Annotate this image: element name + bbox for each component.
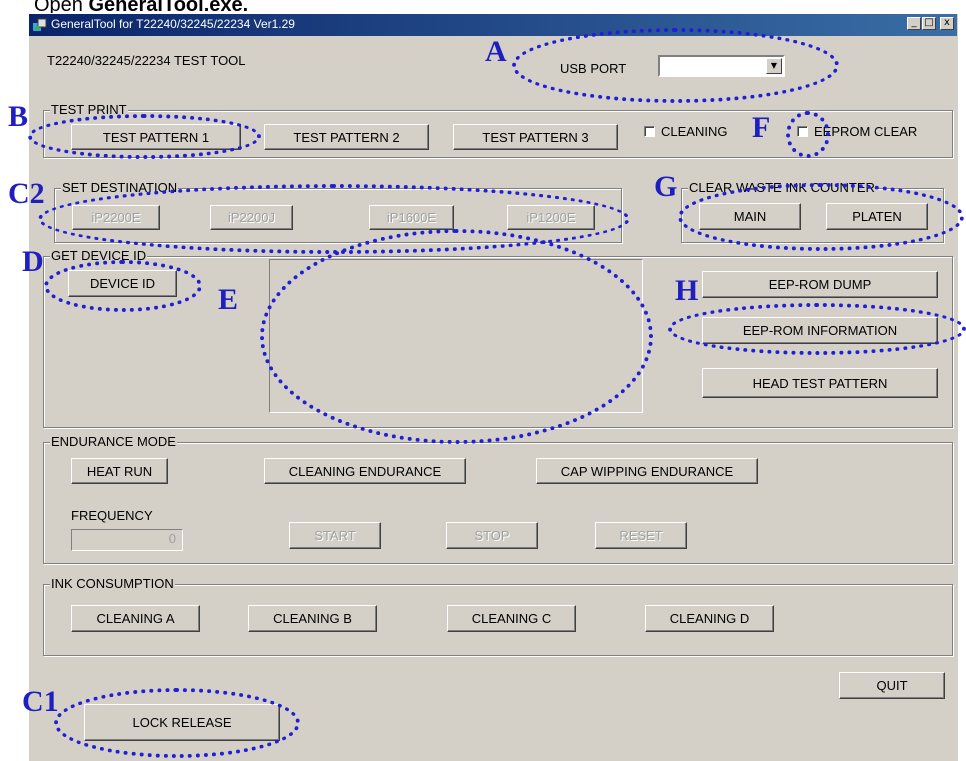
app-icon bbox=[33, 18, 47, 31]
dest-ip1600e-button[interactable]: iP1600E bbox=[369, 205, 454, 230]
cleaning-c-button[interactable]: CLEANING C bbox=[447, 605, 576, 632]
eeprom-clear-label: EEPROM CLEAR bbox=[814, 124, 918, 139]
set-destination-title: SET DESTINATION bbox=[61, 180, 179, 195]
endurance-mode-title: ENDURANCE MODE bbox=[50, 434, 177, 449]
annotation-h: H bbox=[675, 274, 699, 307]
title-bar: GeneralTool for T22240/32245/22234 Ver1.… bbox=[29, 14, 957, 36]
usb-port-label: USB PORT bbox=[560, 61, 627, 76]
cleaning-label: CLEANING bbox=[661, 124, 728, 139]
eeprom-clear-checkbox[interactable]: EEPROM CLEAR bbox=[797, 124, 917, 139]
checkbox-box[interactable] bbox=[644, 126, 655, 137]
cleaning-d-button[interactable]: CLEANING D bbox=[645, 605, 774, 632]
minimize-button[interactable]: _ bbox=[907, 17, 921, 30]
chevron-down-icon[interactable]: ▼ bbox=[766, 58, 782, 74]
test-pattern-2-button[interactable]: TEST PATTERN 2 bbox=[264, 124, 429, 150]
annotation-a: A bbox=[485, 35, 507, 68]
reset-button[interactable]: RESET bbox=[595, 522, 687, 549]
annotation-f: F bbox=[752, 111, 771, 144]
window-title: GeneralTool for T22240/32245/22234 Ver1.… bbox=[51, 17, 295, 31]
start-button[interactable]: START bbox=[289, 522, 381, 549]
frequency-field[interactable]: 0 bbox=[71, 529, 183, 551]
close-button[interactable]: x bbox=[940, 17, 954, 30]
device-id-button[interactable]: DEVICE ID bbox=[68, 270, 177, 297]
eeprom-information-button[interactable]: EEP-ROM INFORMATION bbox=[702, 317, 938, 344]
cap-wipping-endurance-button[interactable]: CAP WIPPING ENDURANCE bbox=[536, 458, 758, 484]
cleaning-b-button[interactable]: CLEANING B bbox=[248, 605, 377, 632]
device-id-output bbox=[269, 259, 643, 413]
annotation-c2: C2 bbox=[8, 177, 45, 210]
cleaning-a-button[interactable]: CLEANING A bbox=[71, 605, 200, 632]
test-print-title: TEST PRINT bbox=[50, 102, 128, 117]
annotation-c1: C1 bbox=[22, 685, 59, 718]
dest-ip1200e-button[interactable]: iP1200E bbox=[507, 205, 595, 230]
tool-name-label: T22240/32245/22234 TEST TOOL bbox=[47, 53, 246, 68]
head-test-pattern-button[interactable]: HEAD TEST PATTERN bbox=[702, 368, 938, 398]
checkbox-box[interactable] bbox=[797, 126, 808, 137]
test-pattern-1-button[interactable]: TEST PATTERN 1 bbox=[71, 124, 241, 150]
eeprom-dump-button[interactable]: EEP-ROM DUMP bbox=[702, 271, 938, 298]
clear-main-button[interactable]: MAIN bbox=[699, 203, 801, 230]
maximize-button[interactable]: □ bbox=[922, 17, 936, 30]
cleaning-checkbox[interactable]: CLEANING bbox=[644, 124, 727, 139]
usb-port-select[interactable]: ▼ bbox=[658, 55, 785, 77]
clear-platen-button[interactable]: PLATEN bbox=[826, 203, 928, 230]
quit-button[interactable]: QUIT bbox=[839, 672, 945, 699]
annotation-b: B bbox=[8, 100, 29, 133]
dest-ip2200e-button[interactable]: iP2200E bbox=[72, 205, 160, 230]
ink-consumption-title: INK CONSUMPTION bbox=[50, 576, 175, 591]
frequency-label: FREQUENCY bbox=[71, 508, 153, 523]
stop-button[interactable]: STOP bbox=[446, 522, 538, 549]
annotation-g: G bbox=[654, 170, 678, 203]
clear-waste-title: CLEAR WASTE INK COUNTER bbox=[688, 180, 876, 195]
lock-release-button[interactable]: LOCK RELEASE bbox=[84, 704, 280, 741]
get-device-id-title: GET DEVICE ID bbox=[50, 248, 148, 263]
annotation-e: E bbox=[218, 283, 239, 316]
test-pattern-3-button[interactable]: TEST PATTERN 3 bbox=[453, 124, 618, 150]
dest-ip2200j-button[interactable]: iP2200J bbox=[210, 205, 293, 230]
app-window: GeneralTool for T22240/32245/22234 Ver1.… bbox=[28, 13, 958, 761]
annotation-d: D bbox=[22, 245, 44, 278]
heat-run-button[interactable]: HEAT RUN bbox=[71, 458, 168, 484]
cleaning-endurance-button[interactable]: CLEANING ENDURANCE bbox=[264, 458, 466, 484]
